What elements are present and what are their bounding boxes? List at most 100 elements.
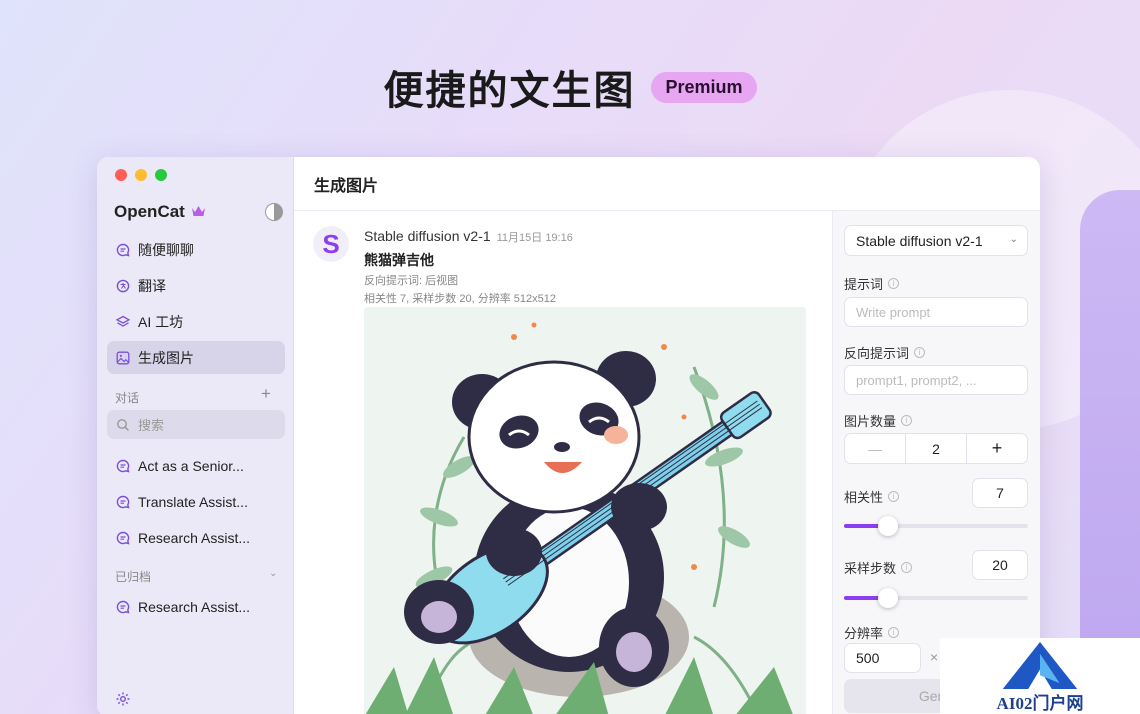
- relevance-slider[interactable]: [844, 516, 1028, 536]
- negative-prompt-input[interactable]: prompt1, prompt2, ...: [844, 365, 1028, 395]
- image-count-stepper: — 2 +: [844, 433, 1028, 464]
- info-icon[interactable]: i: [901, 415, 913, 426]
- layers-icon: [116, 315, 130, 329]
- chat-bubble-icon: [116, 531, 130, 545]
- hero-header: 便捷的文生图 Premium: [0, 58, 1140, 116]
- conversation-label: Act as a Senior...: [138, 457, 244, 474]
- hero-title: 便捷的文生图: [383, 69, 636, 113]
- sidebar-item-translate[interactable]: 翻译: [107, 269, 285, 302]
- maximize-window-button[interactable]: [155, 169, 167, 181]
- theme-toggle-icon[interactable]: [265, 203, 283, 221]
- sidebar-item-label: 随便聊聊: [138, 241, 194, 258]
- premium-badge: Premium: [651, 71, 757, 103]
- model-select-value: Stable diffusion v2-1: [856, 232, 983, 249]
- resolution-separator: ×: [930, 649, 939, 665]
- prompt-input[interactable]: Write prompt: [844, 297, 1028, 327]
- image-count-value: 2: [905, 434, 966, 463]
- app-window: OpenCat 随便聊聊 翻译 AI 工坊 生成图片 对话 + 搜索 Act a…: [97, 157, 1040, 714]
- resolution-label: 分辨率 i: [844, 623, 900, 642]
- slider-knob[interactable]: [878, 588, 899, 608]
- sidebar: OpenCat 随便聊聊 翻译 AI 工坊 生成图片 对话 + 搜索 Act a…: [97, 157, 294, 714]
- relevance-label-text: 相关性: [844, 490, 884, 505]
- steps-slider[interactable]: [844, 588, 1028, 608]
- sidebar-item-label: AI 工坊: [138, 313, 184, 330]
- archived-label: 已归档: [115, 570, 152, 584]
- steps-label-text: 采样步数: [844, 561, 897, 576]
- slider-knob[interactable]: [878, 516, 899, 536]
- watermark-text: AI02门户网: [996, 694, 1084, 713]
- main-body: S Stable diffusion v2-1 11月15日 19:16 熊猫弹吉…: [294, 211, 1040, 714]
- model-select[interactable]: Stable diffusion v2-1 ⌄: [844, 225, 1028, 256]
- page-title: 生成图片: [294, 157, 1040, 211]
- gear-icon[interactable]: [115, 691, 131, 707]
- conversation-label: Translate Assist...: [138, 493, 248, 510]
- chat-bubble-icon: [116, 495, 130, 509]
- sidebar-item-chat[interactable]: 随便聊聊: [107, 233, 285, 266]
- chat-bubble-icon: [116, 243, 130, 257]
- sidebar-item-label: 生成图片: [138, 349, 194, 366]
- message-list: S Stable diffusion v2-1 11月15日 19:16 熊猫弹吉…: [294, 211, 832, 714]
- sidebar-item-label: 翻译: [138, 277, 166, 294]
- info-icon[interactable]: i: [888, 627, 900, 638]
- relevance-label: 相关性 i: [844, 487, 900, 506]
- sidebar-item-ai-workshop[interactable]: AI 工坊: [107, 305, 285, 338]
- message-prompt: 熊猫弹吉他: [364, 252, 434, 268]
- negative-prompt-label-text: 反向提示词: [844, 346, 910, 361]
- image-count-label-text: 图片数量: [844, 414, 897, 429]
- sidebar-item-generate-image[interactable]: 生成图片: [107, 341, 285, 374]
- model-avatar: S: [313, 226, 349, 262]
- steps-input[interactable]: 20: [972, 550, 1028, 580]
- image-icon: [116, 351, 130, 365]
- resolution-value: 500: [856, 650, 880, 666]
- message-model-name: Stable diffusion v2-1: [364, 228, 491, 244]
- prompt-placeholder: Write prompt: [856, 304, 931, 320]
- resolution-input[interactable]: 500: [844, 643, 921, 673]
- conversation-item[interactable]: Translate Assist...: [107, 485, 285, 518]
- conversation-label: Research Assist...: [138, 598, 251, 615]
- generated-image[interactable]: [364, 307, 806, 714]
- chevron-down-icon[interactable]: ⌄: [269, 568, 277, 579]
- message-params: 相关性 7, 采样步数 20, 分辨率 512x512: [364, 293, 556, 305]
- triangle-logo-icon: [1002, 641, 1078, 690]
- info-icon[interactable]: i: [888, 278, 900, 289]
- archived-conversation-item[interactable]: Research Assist...: [107, 590, 285, 623]
- message-negative-prompt: 反向提示词: 后视图: [364, 275, 459, 287]
- panda-guitar-illustration: [364, 307, 806, 714]
- main-area: 生成图片 S Stable diffusion v2-1 11月15日 19:16…: [294, 157, 1040, 714]
- conversation-item[interactable]: Research Assist...: [107, 521, 285, 554]
- translate-icon: [116, 279, 130, 293]
- crown-icon: [191, 204, 206, 220]
- search-icon: [116, 418, 130, 432]
- prompt-label-text: 提示词: [844, 277, 884, 292]
- app-name: OpenCat: [114, 202, 185, 221]
- negative-prompt-label: 反向提示词 i: [844, 343, 926, 362]
- watermark-logo: AI02门户网: [940, 638, 1140, 714]
- chat-bubble-icon: [116, 600, 130, 614]
- image-count-label: 图片数量 i: [844, 411, 913, 430]
- background-shape: [1080, 190, 1140, 650]
- info-icon[interactable]: i: [901, 562, 913, 573]
- app-title: OpenCat: [114, 202, 206, 222]
- relevance-input[interactable]: 7: [972, 478, 1028, 508]
- steps-label: 采样步数 i: [844, 558, 913, 577]
- chat-bubble-icon: [116, 459, 130, 473]
- avatar-letter: S: [322, 228, 340, 259]
- message-timestamp: 11月15日 19:16: [496, 232, 573, 244]
- close-window-button[interactable]: [115, 169, 127, 181]
- negative-prompt-placeholder: prompt1, prompt2, ...: [856, 372, 977, 388]
- search-field[interactable]: 搜索: [107, 410, 285, 439]
- prompt-label: 提示词 i: [844, 274, 900, 293]
- info-icon[interactable]: i: [888, 491, 900, 502]
- search-input[interactable]: 搜索: [138, 415, 164, 434]
- message-header: Stable diffusion v2-1 11月15日 19:16: [364, 228, 573, 245]
- minimize-window-button[interactable]: [135, 169, 147, 181]
- add-conversation-icon[interactable]: +: [261, 384, 271, 404]
- conversations-label: 对话: [115, 391, 140, 405]
- resolution-label-text: 分辨率: [844, 626, 884, 641]
- conversation-label: Research Assist...: [138, 529, 251, 546]
- chevron-down-icon: ⌄: [1009, 234, 1018, 245]
- conversation-item[interactable]: Act as a Senior...: [107, 449, 285, 482]
- decrement-button[interactable]: —: [845, 434, 905, 463]
- increment-button[interactable]: +: [966, 434, 1027, 463]
- info-icon[interactable]: i: [914, 347, 926, 358]
